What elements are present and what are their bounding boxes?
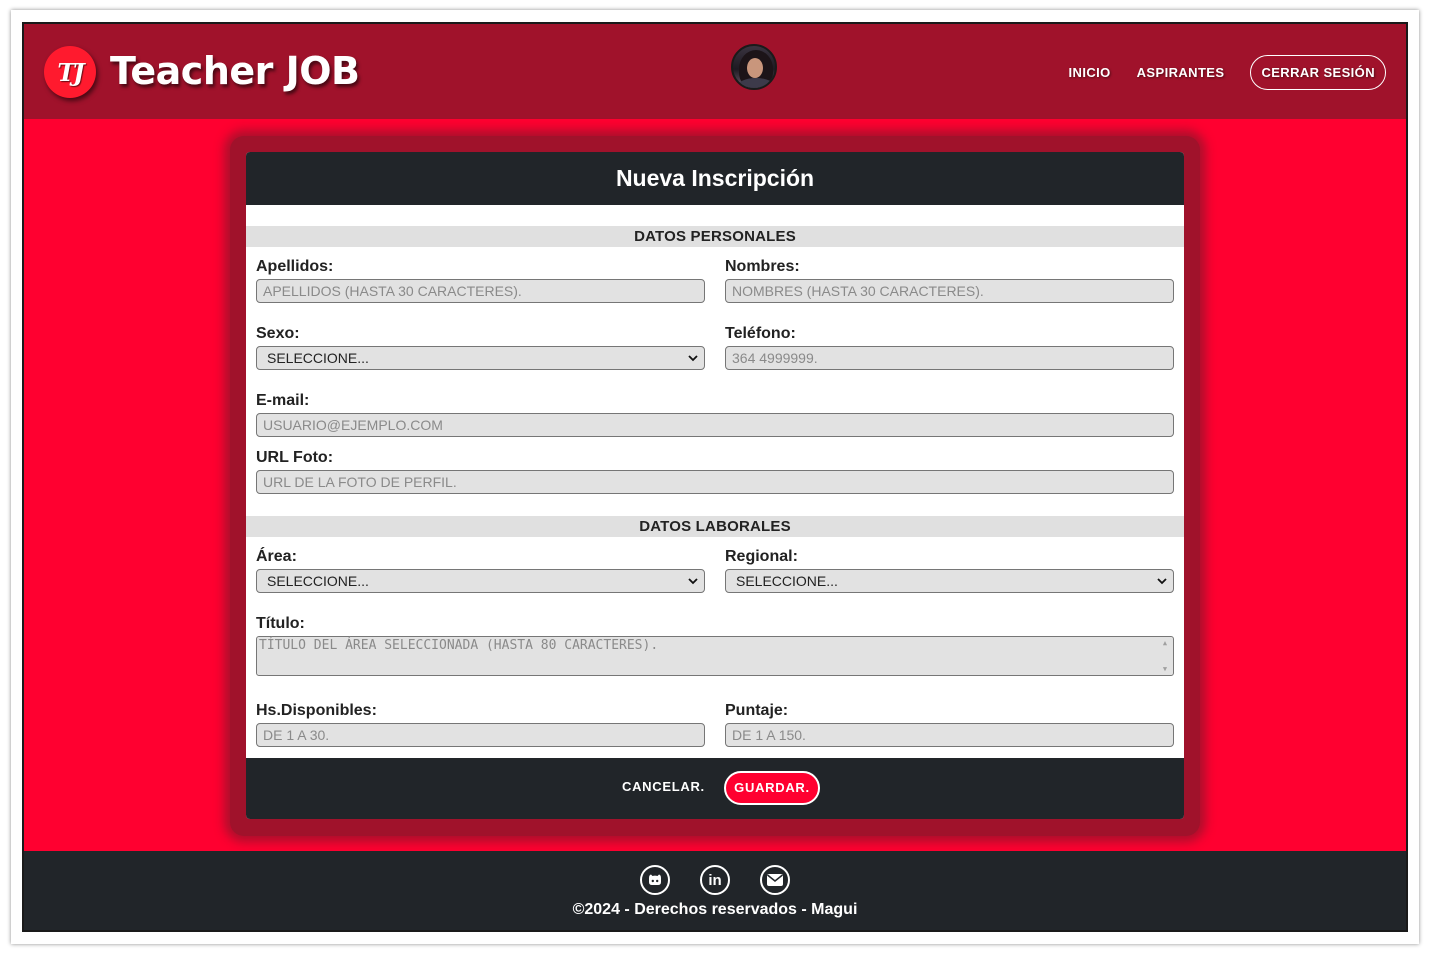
sexo-label: Sexo: [256, 325, 300, 342]
avatar-face [747, 58, 763, 78]
envelope-glyph [767, 874, 783, 886]
logo-icon[interactable]: TJ [44, 46, 96, 98]
linkedin-glyph: in [708, 871, 722, 889]
section-personal-data: DATOS PERSONALES [246, 226, 1184, 247]
telefono-label: Teléfono: [725, 325, 796, 342]
nav-aspirantes[interactable]: ASPIRANTES [1137, 65, 1225, 80]
regional-select-value: SELECCIONE... [736, 573, 838, 589]
form-title: Nueva Inscripción [246, 152, 1184, 205]
sexo-select[interactable]: SELECCIONE... [256, 346, 705, 370]
copyright-text: ©2024 - Derechos reservados - Magui [572, 901, 858, 918]
scroll-down-icon[interactable]: ▼ [1163, 664, 1167, 674]
page-footer: in ©2024 - Derechos reservados - Magui [24, 851, 1406, 930]
url-foto-input[interactable]: URL DE LA FOTO DE PERFIL. [256, 470, 1174, 494]
chevron-down-icon [1157, 578, 1167, 585]
puntaje-input[interactable]: DE 1 A 150. [725, 723, 1174, 747]
chevron-down-icon [688, 578, 698, 585]
puntaje-label: Puntaje: [725, 702, 789, 719]
titulo-placeholder: TÍTULO DEL ÁREA SELECCIONADA (HASTA 80 C… [259, 638, 659, 653]
github-glyph [649, 874, 661, 885]
nombres-input[interactable]: NOMBRES (HASTA 30 CARACTERES). [725, 279, 1174, 303]
regional-select[interactable]: SELECCIONE... [725, 569, 1174, 593]
email-label: E-mail: [256, 392, 310, 409]
apellidos-input[interactable]: APELLIDOS (HASTA 30 CARACTERES). [256, 279, 705, 303]
registration-form: Nueva Inscripción DATOS PERSONALES Apell… [246, 152, 1184, 819]
form-actions: CANCELAR. GUARDAR. [246, 758, 1184, 819]
email-input[interactable]: USUARIO@EJEMPLO.COM [256, 413, 1174, 437]
cancel-button[interactable]: CANCELAR. [622, 779, 705, 794]
hs-disponibles-label: Hs.Disponibles: [256, 702, 377, 719]
titulo-label: Título: [256, 615, 305, 632]
textarea-scrollbar[interactable]: ▲ ▼ [1158, 638, 1172, 674]
app-window: TJ Teacher JOB INICIO ASPIRANTES CERRAR … [22, 22, 1408, 932]
save-button[interactable]: GUARDAR. [724, 771, 820, 805]
user-avatar[interactable] [731, 44, 777, 90]
hs-disponibles-input[interactable]: DE 1 A 30. [256, 723, 705, 747]
top-navbar: TJ Teacher JOB INICIO ASPIRANTES CERRAR … [24, 24, 1406, 119]
area-select[interactable]: SELECCIONE... [256, 569, 705, 593]
apellidos-label: Apellidos: [256, 258, 334, 275]
section-work-data: DATOS LABORALES [246, 516, 1184, 537]
regional-label: Regional: [725, 548, 798, 565]
social-links: in [640, 865, 790, 895]
area-select-value: SELECCIONE... [267, 573, 369, 589]
brand-name[interactable]: Teacher JOB [110, 48, 360, 94]
main-nav: INICIO ASPIRANTES CERRAR SESIÓN [1069, 55, 1386, 90]
nombres-label: Nombres: [725, 258, 800, 275]
logout-button[interactable]: CERRAR SESIÓN [1250, 55, 1386, 90]
sexo-select-value: SELECCIONE... [267, 350, 369, 366]
area-label: Área: [256, 548, 297, 565]
chevron-down-icon [688, 355, 698, 362]
titulo-textarea[interactable]: TÍTULO DEL ÁREA SELECCIONADA (HASTA 80 C… [256, 636, 1174, 676]
linkedin-icon[interactable]: in [700, 865, 730, 895]
scroll-up-icon[interactable]: ▲ [1163, 638, 1167, 648]
nav-inicio[interactable]: INICIO [1069, 65, 1111, 80]
email-icon[interactable] [760, 865, 790, 895]
avatar-body [737, 78, 775, 88]
github-icon[interactable] [640, 865, 670, 895]
logo-mark: TJ [57, 57, 84, 87]
url-foto-label: URL Foto: [256, 449, 334, 466]
telefono-input[interactable]: 364 4999999. [725, 346, 1174, 370]
